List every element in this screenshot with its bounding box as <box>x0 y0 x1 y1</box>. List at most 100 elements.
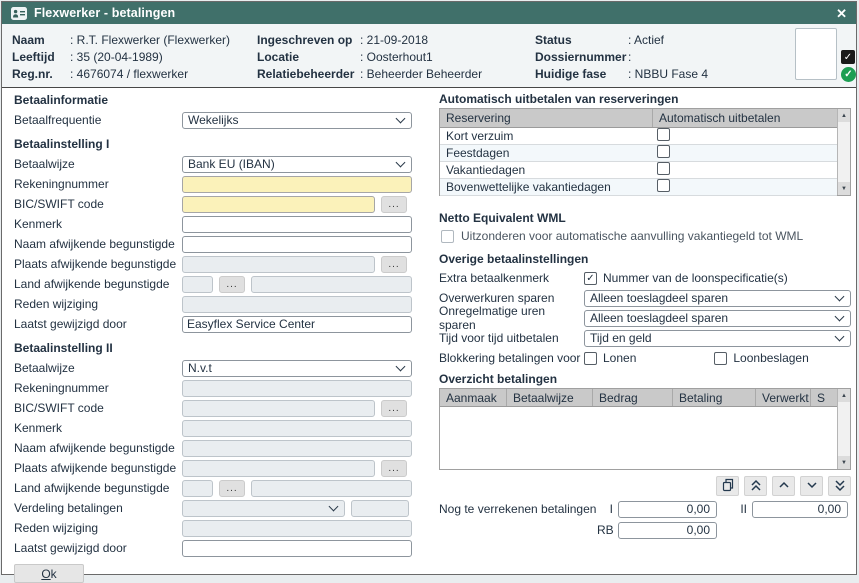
lonen-checkbox[interactable] <box>584 352 597 365</box>
overwerkuren-select[interactable]: Alleen toeslagdeel sparen <box>584 290 851 307</box>
previous-button[interactable] <box>772 476 795 496</box>
chevron-down-icon <box>396 361 406 371</box>
laatst-gewijzigd-input-2[interactable] <box>182 540 412 557</box>
land-lookup-button-2[interactable]: ... <box>219 480 245 497</box>
status-label: Status <box>535 33 628 47</box>
chevron-down-icon <box>396 113 406 123</box>
reden-wijziging-input-2[interactable] <box>182 520 412 537</box>
bic-lookup-button-2[interactable]: ... <box>381 400 407 417</box>
field-laatst-gewijzigd-2: Laatst gewijzigd door <box>14 538 412 558</box>
last-button[interactable] <box>828 476 851 496</box>
rekeningnummer-input-1[interactable] <box>182 176 412 193</box>
wml-uitzonderen-checkbox[interactable] <box>441 230 454 243</box>
relatiebeheerder-value: : Beheerder Beheerder <box>360 67 482 81</box>
scroll-down-icon[interactable]: ▼ <box>838 182 850 195</box>
ii-label: II <box>731 502 747 516</box>
chevron-down-icon <box>329 501 339 511</box>
land-code-input-1[interactable] <box>182 276 213 293</box>
scroll-up-icon[interactable]: ▲ <box>838 389 850 402</box>
double-chevron-down-icon <box>833 478 847 495</box>
betaalfrequentie-select[interactable]: Wekelijks <box>182 112 412 129</box>
wml-checkbox-row: Uitzonderen voor automatische aanvulling… <box>439 227 851 245</box>
field-bic-2: BIC/SWIFT code ... <box>14 398 412 418</box>
loonbeslagen-checkbox[interactable] <box>714 352 727 365</box>
chevron-up-icon <box>777 478 791 495</box>
chevron-down-icon <box>805 478 819 495</box>
bovenwettelijke-vakantiedagen-checkbox[interactable] <box>657 179 670 192</box>
chevron-down-icon <box>396 157 406 167</box>
bic-input-2[interactable] <box>182 400 375 417</box>
leeftijd-value: : 35 (20-04-1989) <box>70 50 163 64</box>
field-reden-wijziging-1: Reden wijziging <box>14 294 412 314</box>
betaalwijze-select-1[interactable]: Bank EU (IBAN) <box>182 156 412 173</box>
verrekenen-rb-input[interactable] <box>618 522 717 539</box>
status-ok-icon: ✓ <box>841 67 856 82</box>
bic-lookup-button-1[interactable]: ... <box>381 196 407 213</box>
land-naam-input-2[interactable] <box>251 480 412 497</box>
extra-betaalkenmerk-label: Nummer van de loonspecificatie(s) <box>603 271 788 285</box>
status-value: : Actief <box>628 33 664 47</box>
plaats-afwijkende-input-1[interactable] <box>182 256 375 273</box>
ok-button[interactable]: Ok <box>14 564 84 583</box>
regnr-label: Reg.nr. <box>12 67 70 81</box>
rekeningnummer-input-2[interactable] <box>182 380 412 397</box>
verrekenen-ii-input[interactable] <box>752 501 848 518</box>
overige-title: Overige betaalinstellingen <box>439 250 851 268</box>
betaalinformatie-title: Betaalinformatie <box>14 90 412 110</box>
plaats-lookup-button-2[interactable]: ... <box>381 460 407 477</box>
header-checkbox[interactable]: ✓ <box>841 50 855 64</box>
titlebar: Flexwerker - betalingen ✕ <box>2 2 856 24</box>
check-icon: ✓ <box>844 52 852 63</box>
field-land-afwijkende-2: Land afwijkende begunstigde ... <box>14 478 412 498</box>
next-button[interactable] <box>800 476 823 496</box>
col-bedrag: Bedrag <box>592 389 672 406</box>
kenmerk-input-1[interactable] <box>182 216 412 233</box>
verdeling-select[interactable] <box>182 500 345 517</box>
naam-afwijkende-input-2[interactable] <box>182 440 412 457</box>
kenmerk-input-2[interactable] <box>182 420 412 437</box>
kort-verzuim-checkbox[interactable] <box>657 128 670 141</box>
verrekenen-i-input[interactable] <box>618 501 717 518</box>
betaalinstelling2-title: Betaalinstelling II <box>14 338 412 358</box>
vakantiedagen-checkbox[interactable] <box>657 162 670 175</box>
flexwerker-header: Naam: R.T. Flexwerker (Flexwerker) Leeft… <box>2 24 856 88</box>
field-kenmerk-1: Kenmerk <box>14 214 412 234</box>
field-betaalwijze-2: Betaalwijze N.v.t <box>14 358 412 378</box>
col-verwerkt: Verwerkt ... <box>755 389 810 406</box>
plaats-lookup-button-1[interactable]: ... <box>381 256 407 273</box>
reserveringen-table: Reservering Automatisch uitbetalen Kort … <box>439 108 851 196</box>
nog-te-verrekenen-row: Nog te verrekenen betalingen I II <box>439 500 851 518</box>
land-code-input-2[interactable] <box>182 480 213 497</box>
field-rekeningnummer-2: Rekeningnummer <box>14 378 412 398</box>
copy-button[interactable] <box>716 476 739 496</box>
col-automatisch-uitbetalen: Automatisch uitbetalen <box>652 109 837 127</box>
header-column-3: Status: Actief Dossiernummer: Huidige fa… <box>535 31 708 82</box>
col-aanmaak: Aanmaak <box>440 389 506 406</box>
chevron-down-icon <box>835 291 845 301</box>
i-label: I <box>597 502 613 516</box>
close-icon[interactable]: ✕ <box>836 7 847 20</box>
laatst-gewijzigd-input-1[interactable] <box>182 316 412 333</box>
verdeling-input[interactable] <box>351 500 409 517</box>
first-button[interactable] <box>744 476 767 496</box>
reserveringen-scrollbar: ▲ ▼ <box>837 109 850 195</box>
header-column-2: Ingeschreven op: 21-09-2018 Locatie: Oos… <box>257 31 482 82</box>
reden-wijziging-input-1[interactable] <box>182 296 412 313</box>
scroll-down-icon[interactable]: ▼ <box>838 456 850 469</box>
bic-input-1[interactable] <box>182 196 375 213</box>
land-lookup-button-1[interactable]: ... <box>219 276 245 293</box>
feestdagen-checkbox[interactable] <box>657 145 670 158</box>
table-row: Bovenwettelijke vakantiedagen <box>440 179 837 196</box>
extra-betaalkenmerk-checkbox[interactable]: ✓ <box>584 272 597 285</box>
tijd-voor-tijd-select[interactable]: Tijd en geld <box>584 330 851 347</box>
scroll-up-icon[interactable]: ▲ <box>838 109 850 122</box>
betaalwijze-select-2[interactable]: N.v.t <box>182 360 412 377</box>
onregelmatige-uren-select[interactable]: Alleen toeslagdeel sparen <box>584 310 851 327</box>
col-betaling: Betaling <box>672 389 755 406</box>
naam-afwijkende-input-1[interactable] <box>182 236 412 253</box>
col-reservering: Reservering <box>440 109 652 127</box>
field-kenmerk-2: Kenmerk <box>14 418 412 438</box>
huidige-fase-label: Huidige fase <box>535 67 628 81</box>
plaats-afwijkende-input-2[interactable] <box>182 460 375 477</box>
land-naam-input-1[interactable] <box>251 276 412 293</box>
